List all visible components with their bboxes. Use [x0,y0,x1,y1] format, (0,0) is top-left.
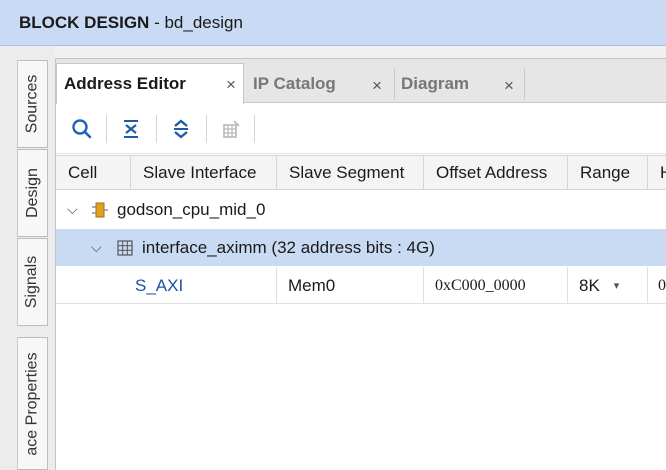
auto-assign-button[interactable] [218,116,244,142]
side-tab-strip: Sources Design Signals ace Properties [0,47,55,470]
side-tab-properties[interactable]: ace Properties [17,337,48,470]
cell-divider [647,267,648,304]
tab-ip-catalog[interactable]: IP Catalog × [246,65,392,103]
expand-all-icon [174,119,188,139]
tab-diagram[interactable]: Diagram × [394,65,524,103]
search-icon [72,119,92,139]
auto-assign-icon [223,120,240,138]
column-offset-address[interactable]: Offset Address [423,156,567,190]
side-tab-signals-label: Signals [23,255,41,309]
side-tab-signals[interactable]: Signals [17,238,48,326]
range-value: 8K [579,275,600,295]
slave-interface-link[interactable]: S_AXI [135,267,183,304]
table-empty-area [56,305,666,470]
column-slave-segment[interactable]: Slave Segment [276,156,423,190]
address-space-name: interface_aximm (32 address bits : 4G) [142,237,435,257]
editor-toolbar [56,104,666,154]
dropdown-arrow-icon[interactable]: ▾ [614,279,620,292]
slave-segment-value: Mem0 [288,275,336,295]
toolbar-divider [254,115,255,143]
ip-block-icon [91,191,109,228]
tab-diagram-label: Diagram [401,74,470,93]
address-space-icon [117,229,133,266]
column-cell[interactable]: Cell [56,156,130,190]
tab-address-editor-label: Address Editor [64,74,186,93]
cell-divider [423,267,424,304]
table-row[interactable]: S_AXI Mem0 0xC000_0000 8K ▾ 0 [56,267,666,304]
editor-tab-bar: Address Editor × IP Catalog × Diagram × [56,59,666,104]
collapse-all-icon [124,120,138,138]
side-tab-design[interactable]: Design [17,149,48,237]
address-editor-panel: Address Editor × IP Catalog × Diagram × [55,58,666,470]
window-title-bold: BLOCK DESIGN [19,12,150,32]
tab-address-editor[interactable]: Address Editor × [56,63,244,104]
side-tab-sources-label: Sources [23,74,41,134]
chevron-down-icon[interactable]: ⌵ [91,229,102,266]
table-header: Cell Slave Interface Slave Segment Offse… [56,155,666,190]
cell-divider [567,267,568,304]
collapse-all-button[interactable] [118,116,144,142]
toolbar-divider [156,115,157,143]
high-address-value: 0 [658,276,666,294]
cell-divider [276,267,277,304]
close-icon[interactable]: × [226,76,236,93]
column-range[interactable]: Range [567,156,647,190]
column-high-address[interactable]: H [647,156,666,190]
tab-divider [524,68,525,100]
column-slave-interface[interactable]: Slave Interface [130,156,276,190]
close-icon[interactable]: × [372,77,382,94]
tab-ip-catalog-label: IP Catalog [253,74,336,93]
offset-address-value[interactable]: 0xC000_0000 [435,267,526,304]
cell-name: godson_cpu_mid_0 [117,199,266,219]
window-title: BLOCK DESIGN - bd_design [0,0,666,46]
range-select[interactable]: 8K ▾ [579,267,619,304]
window-title-rest: - bd_design [149,12,243,32]
close-icon[interactable]: × [504,77,514,94]
table-row[interactable]: ⌵ interface_aximm (32 address bits : 4G) [56,229,666,266]
toolbar-divider [206,115,207,143]
side-tab-properties-label: ace Properties [23,351,41,456]
toolbar-divider [106,115,107,143]
expand-all-button[interactable] [168,116,194,142]
side-tab-design-label: Design [23,168,41,218]
chevron-down-icon[interactable]: ⌵ [67,191,78,228]
table-row[interactable]: ⌵ godson_cpu_mid_0 [56,191,666,228]
search-button[interactable] [69,116,95,142]
side-tab-sources[interactable]: Sources [17,60,48,148]
